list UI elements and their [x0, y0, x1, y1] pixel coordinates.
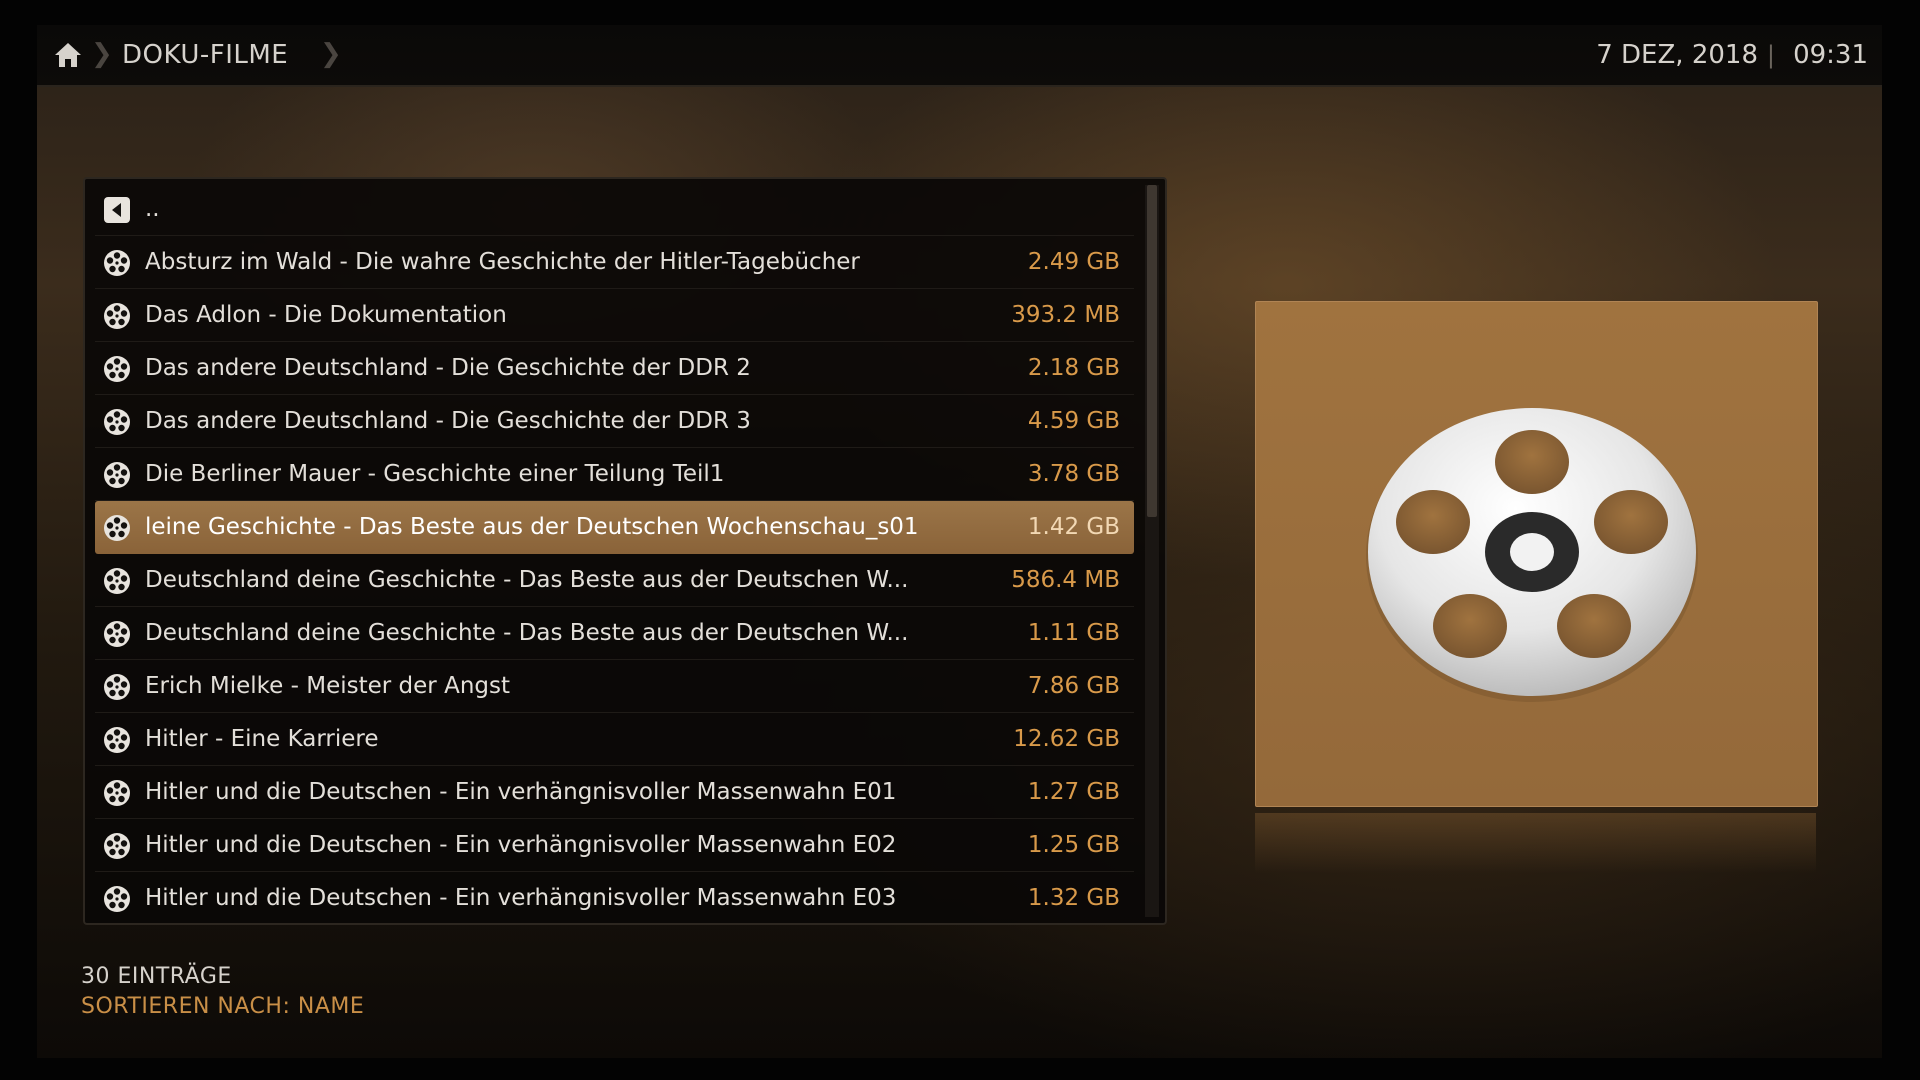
- back-arrow-icon: [104, 197, 130, 223]
- item-file-size: 1.32 GB: [1027, 885, 1120, 911]
- film-reel-icon: [104, 462, 130, 488]
- item-file-size: 12.62 GB: [1013, 726, 1120, 752]
- list-item[interactable]: Hitler - Eine Karriere 12.62 GB: [95, 713, 1134, 766]
- breadcrumb-title[interactable]: DOKU-FILME: [122, 39, 288, 71]
- film-reel-icon: [104, 674, 130, 700]
- item-count: 30 EINTRÄGE: [81, 964, 232, 989]
- thumbnail-reflection: [1255, 813, 1816, 873]
- item-title: Absturz im Wald - Die wahre Geschichte d…: [145, 249, 860, 275]
- item-title: Das andere Deutschland - Die Geschichte …: [145, 408, 751, 434]
- film-reel-icon: [104, 621, 130, 647]
- scrollbar-thumb[interactable]: [1147, 185, 1157, 517]
- film-reel-icon: [104, 356, 130, 382]
- parent-folder-row[interactable]: ..: [95, 183, 1134, 236]
- film-reel-icon: [104, 833, 130, 859]
- item-title: Deutschland deine Geschichte - Das Beste…: [145, 620, 909, 646]
- file-list-panel: .. Absturz im Wald - Die wahre Geschicht…: [83, 177, 1167, 925]
- kodi-screen: ❯ DOKU-FILME ❯ 7 DEZ, 2018 | 09:31 .. Ab…: [0, 0, 1920, 1080]
- date-time-divider: |: [1766, 41, 1775, 69]
- film-reel-icon: [104, 568, 130, 594]
- list-item[interactable]: Hitler und die Deutschen - Ein verhängni…: [95, 872, 1134, 919]
- item-title: leine Geschichte - Das Beste aus der Deu…: [145, 514, 919, 540]
- header-bar: ❯ DOKU-FILME ❯ 7 DEZ, 2018 | 09:31: [37, 25, 1882, 87]
- sort-indicator[interactable]: SORTIEREN NACH: NAME: [81, 994, 364, 1019]
- item-file-size: 2.18 GB: [1027, 355, 1120, 381]
- item-file-size: 3.78 GB: [1027, 461, 1120, 487]
- film-reel-icon: [104, 303, 130, 329]
- list-item[interactable]: Das Adlon - Die Dokumentation 393.2 MB: [95, 289, 1134, 342]
- breadcrumb-separator-icon: ❯: [91, 39, 113, 69]
- list-item[interactable]: Die Berliner Mauer - Geschichte einer Te…: [95, 448, 1134, 501]
- item-title: Hitler und die Deutschen - Ein verhängni…: [145, 832, 897, 858]
- item-file-size: 1.27 GB: [1027, 779, 1120, 805]
- item-file-size: 393.2 MB: [1011, 302, 1120, 328]
- film-reel-icon: [104, 409, 130, 435]
- film-reel-icon: [104, 515, 130, 541]
- item-title: Hitler und die Deutschen - Ein verhängni…: [145, 779, 897, 805]
- item-title: Hitler und die Deutschen - Ein verhängni…: [145, 885, 897, 911]
- main-view: ❯ DOKU-FILME ❯ 7 DEZ, 2018 | 09:31 .. Ab…: [37, 25, 1882, 1058]
- list-item[interactable]: Deutschland deine Geschichte - Das Beste…: [95, 607, 1134, 660]
- item-title: Hitler - Eine Karriere: [145, 726, 379, 752]
- home-icon[interactable]: [53, 41, 83, 69]
- breadcrumb-separator-icon: ❯: [320, 39, 342, 69]
- list-scrollbar[interactable]: [1145, 185, 1159, 917]
- item-title: Die Berliner Mauer - Geschichte einer Te…: [145, 461, 725, 487]
- item-file-size: 1.11 GB: [1027, 620, 1120, 646]
- date-display: 7 DEZ, 2018: [1596, 40, 1758, 70]
- item-title: Erich Mielke - Meister der Angst: [145, 673, 510, 699]
- thumbnail-panel: [1255, 301, 1818, 807]
- item-file-size: 4.59 GB: [1027, 408, 1120, 434]
- list-item[interactable]: Hitler und die Deutschen - Ein verhängni…: [95, 766, 1134, 819]
- film-reel-icon: [104, 250, 130, 276]
- list-item[interactable]: Absturz im Wald - Die wahre Geschichte d…: [95, 236, 1134, 289]
- film-reel-icon: [104, 727, 130, 753]
- item-title: Deutschland deine Geschichte - Das Beste…: [145, 567, 909, 593]
- item-file-size: 7.86 GB: [1027, 673, 1120, 699]
- list-item[interactable]: Erich Mielke - Meister der Angst 7.86 GB: [95, 660, 1134, 713]
- list-item[interactable]: Das andere Deutschland - Die Geschichte …: [95, 342, 1134, 395]
- file-list: .. Absturz im Wald - Die wahre Geschicht…: [95, 183, 1134, 919]
- list-item[interactable]: Das andere Deutschland - Die Geschichte …: [95, 395, 1134, 448]
- item-file-size: 1.42 GB: [1027, 514, 1120, 540]
- item-file-size: 2.49 GB: [1027, 249, 1120, 275]
- clock: 09:31: [1793, 40, 1868, 70]
- film-reel-icon: [104, 780, 130, 806]
- item-title: Das Adlon - Die Dokumentation: [145, 302, 507, 328]
- list-item[interactable]: Hitler und die Deutschen - Ein verhängni…: [95, 819, 1134, 872]
- list-item-selected[interactable]: leine Geschichte - Das Beste aus der Deu…: [95, 501, 1134, 554]
- parent-folder-label: ..: [145, 196, 160, 222]
- list-item[interactable]: Deutschland deine Geschichte - Das Beste…: [95, 554, 1134, 607]
- item-title: Das andere Deutschland - Die Geschichte …: [145, 355, 751, 381]
- film-reel-icon: [104, 886, 130, 912]
- film-reel-icon: [1366, 408, 1698, 702]
- item-file-size: 1.25 GB: [1027, 832, 1120, 858]
- item-file-size: 586.4 MB: [1011, 567, 1120, 593]
